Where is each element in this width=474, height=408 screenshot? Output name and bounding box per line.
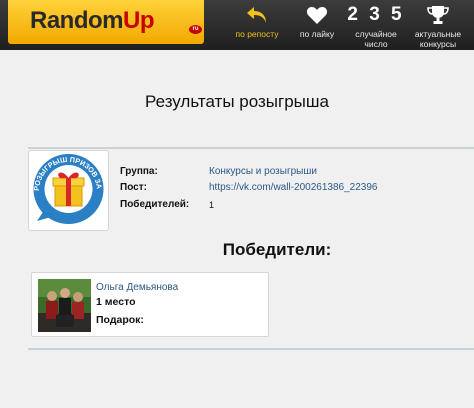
nav-label: случайное число [355, 29, 397, 49]
logo-accent-text: Up [123, 7, 155, 34]
winner-avatar[interactable] [38, 279, 91, 332]
winner-name-link[interactable]: Ольга Демьянова [96, 282, 178, 293]
divider [28, 147, 474, 149]
winners-count: 1 [209, 200, 215, 210]
logo-main-text: Random [30, 7, 124, 34]
winner-card: Ольга Демьянова 1 место Подарок: [31, 272, 269, 337]
site-logo[interactable]: RandomUp ru [8, 0, 204, 44]
nav-label: актуальные конкурсы [414, 29, 462, 49]
winner-photo-image [38, 279, 91, 332]
group-avatar[interactable]: РОЗЫГРЫШ ПРИЗОВ ЗА РЕПОСТ [26, 144, 109, 231]
winners-heading: Победители: [222, 240, 332, 259]
divider [28, 348, 474, 350]
heart-icon [306, 7, 328, 24]
repost-arrow-icon [247, 7, 266, 23]
nav-random-number[interactable]: 2 3 5 случайное число [346, 0, 406, 50]
logo-text: RandomUp [30, 7, 155, 35]
winner-prize: Подарок: [96, 314, 144, 326]
page-title: Результаты розыгрыша [145, 92, 329, 111]
winner-place: 1 место [96, 296, 136, 308]
nav-label: по репосту [235, 29, 279, 39]
info-label: Победителей: [120, 199, 190, 210]
trophy-icon [427, 6, 449, 24]
nav-label: по лайку [299, 29, 335, 39]
top-header: RandomUp ru по репосту по лайку 2 3 5 сл… [0, 0, 474, 50]
nav-by-repost[interactable]: по репосту [226, 0, 288, 50]
group-link[interactable]: Конкурсы и розыгрыши [209, 166, 317, 177]
info-label: Пост: [120, 182, 147, 193]
post-link[interactable]: https://vk.com/wall-200261386_22396 [209, 182, 377, 193]
nav-by-like[interactable]: по лайку [290, 0, 344, 50]
nav-actual-contests[interactable]: актуальные конкурсы [408, 0, 468, 50]
logo-tld-badge: ru [189, 25, 202, 34]
giveaway-badge-image: РОЗЫГРЫШ ПРИЗОВ ЗА РЕПОСТ [26, 144, 104, 224]
random-number-glyph: 2 3 5 [347, 4, 405, 25]
info-label: Группа: [120, 166, 158, 177]
